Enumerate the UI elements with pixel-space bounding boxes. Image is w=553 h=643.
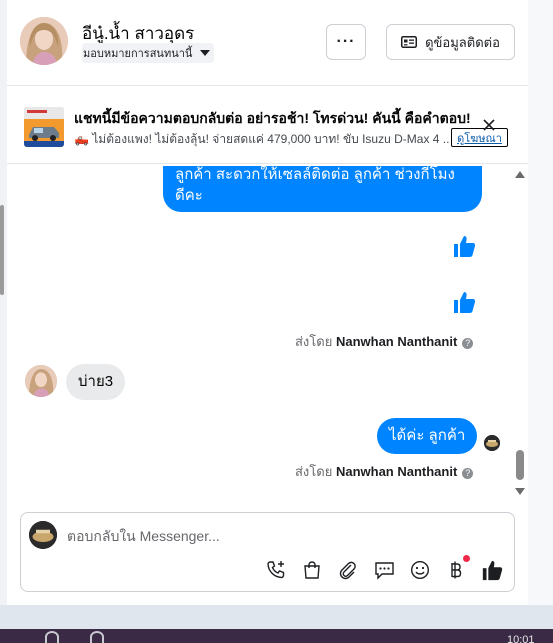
outgoing-message-bubble[interactable]: ได้ค่ะ ลูกค้า [377, 418, 478, 454]
taskbar-app-icon[interactable] [45, 631, 59, 643]
incoming-message-bubble[interactable]: บ่าย3 [66, 364, 126, 400]
side-strip [528, 0, 553, 605]
message-text-line: ลูกค้า สะดวกให้เซลล์ติดต่อ ลูกค้า ช่วงกี… [175, 166, 455, 183]
close-icon[interactable] [482, 118, 496, 132]
more-dots-icon: ··· [336, 33, 356, 50]
notification-dot [463, 555, 470, 562]
view-contact-info-button[interactable]: ดูข้อมูลติดต่อ [386, 24, 515, 60]
view-ad-link[interactable]: ดูโฆษณา [451, 128, 508, 147]
os-taskbar [0, 605, 553, 643]
ad-description: 🛻 ไม่ต้องแพง! ไม่ต้องลุ้น! จ่ายสดแค่ 479… [74, 132, 450, 146]
emoji-button[interactable] [408, 558, 432, 582]
assign-conversation-dropdown[interactable]: มอบหมายการสนทนานี้ [82, 43, 215, 63]
page-avatar [29, 521, 57, 549]
baht-icon [451, 561, 462, 579]
outgoing-message-bubble[interactable]: ลูกค้า สะดวกให้เซลล์ติดต่อ ลูกค้า ช่วงกี… [163, 166, 482, 212]
conversation-panel: อีนู๋.น้ำ สาวอุดร มอบหมายการสนทนานี้ ···… [7, 0, 528, 605]
sent-by-label: ส่งโดย Nanwhan Nanthanit? [295, 331, 474, 352]
smiley-icon [410, 560, 430, 580]
sender-name: Nanwhan Nanthanit [335, 464, 458, 479]
ad-title: แชทนี้มีข้อความตอบกลับต่อ อย่ารอช้า! โทร… [74, 110, 471, 126]
ad-thumbnail[interactable] [24, 107, 64, 147]
scroll-down-arrow[interactable] [515, 488, 525, 495]
caret-down-icon [200, 50, 211, 56]
contact-avatar[interactable] [20, 17, 68, 65]
message-text-line: ดีคะ [175, 187, 203, 204]
more-options-button[interactable]: ··· [326, 24, 366, 60]
contact-avatar-small[interactable] [25, 365, 57, 397]
help-icon[interactable]: ? [462, 338, 474, 349]
scroll-up-arrow[interactable] [515, 171, 525, 178]
assign-conversation-label: มอบหมายการสนทนานี้ [83, 48, 193, 60]
contact-card-icon [401, 36, 418, 48]
reply-input[interactable] [67, 523, 487, 549]
reply-composer [20, 512, 515, 592]
taskbar-app-icon[interactable] [90, 631, 104, 643]
view-contact-info-label: ดูข้อมูลติดต่อ [425, 34, 500, 50]
payment-button[interactable] [444, 555, 470, 582]
message-list[interactable]: ลูกค้า สะดวกให้เซลล์ติดต่อ ลูกค้า ช่วงกี… [7, 166, 528, 508]
phone-plus-icon [267, 561, 285, 579]
window-edge-scrollbar [0, 205, 4, 295]
call-add-button[interactable] [264, 558, 288, 582]
chat-bubble-icon [374, 562, 394, 580]
taskbar-clock: 10:01 [507, 634, 535, 643]
send-like-button[interactable] [480, 558, 504, 582]
shop-button[interactable] [300, 558, 324, 582]
help-icon[interactable]: ? [462, 468, 474, 479]
read-receipt-avatar [484, 435, 500, 451]
saved-replies-button[interactable] [372, 558, 396, 582]
scrollbar-thumb[interactable] [516, 450, 524, 480]
conversation-header: อีนู๋.น้ำ สาวอุดร มอบหมายการสนทนานี้ ···… [7, 0, 528, 86]
sent-by-label: ส่งโดย Nanwhan Nanthanit? [295, 461, 474, 482]
shopping-bag-icon [304, 561, 320, 579]
attach-button[interactable] [336, 558, 360, 582]
ad-banner: แชทนี้มีข้อความตอบกลับต่อ อย่ารอช้า! โทร… [7, 92, 528, 164]
paperclip-icon [339, 561, 356, 580]
like-thumb-icon[interactable] [452, 290, 476, 314]
sent-by-prefix: ส่งโดย [295, 464, 333, 479]
sent-by-prefix: ส่งโดย [295, 334, 333, 349]
sender-name: Nanwhan Nanthanit [335, 334, 458, 349]
thumbs-up-icon [482, 560, 503, 581]
like-thumb-icon[interactable] [452, 234, 476, 258]
composer-toolbar [264, 555, 504, 582]
